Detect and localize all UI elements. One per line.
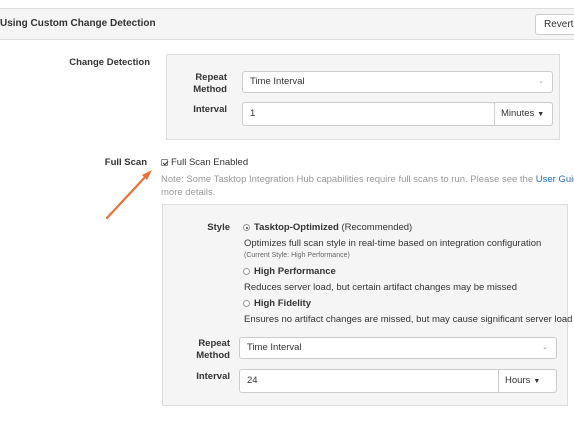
caret-down-icon: ▼ [537, 111, 545, 118]
radio-tasktop-optimized[interactable] [243, 224, 250, 231]
radio-high-fidelity[interactable] [243, 300, 250, 307]
interval-unit-value: Hours [505, 375, 531, 386]
arrow-annotation-icon [105, 170, 152, 220]
option-name: Tasktop-Optimized [254, 222, 339, 233]
chevron-down-icon: ⌄ [538, 78, 544, 85]
repeat-method-value: Time Interval [250, 76, 305, 87]
change-detection-panel: Repeat Method Time Interval ⌄ Interval 1… [166, 54, 560, 140]
full-scan-note: Note: Some Tasktop Integration Hub capab… [161, 173, 574, 199]
full-scan-label: Full Scan [104, 157, 147, 168]
option-high-fidelity: High Fidelity [254, 298, 311, 309]
caret-down-icon: ▼ [533, 378, 541, 385]
note-text-end: more details. [161, 187, 216, 198]
option-desc: Ensures no artifact changes are missed, … [244, 314, 573, 325]
option-tasktop-optimized: Tasktop-Optimized (Recommended) [254, 222, 412, 233]
interval-input[interactable]: 1 Minutes ▼ [242, 102, 553, 126]
style-label: Style [207, 222, 230, 233]
revert-button[interactable]: Revert [535, 14, 574, 35]
full-scan-checkbox[interactable] [161, 159, 168, 166]
option-sub: (Current Style: High Performance) [244, 252, 350, 259]
full-scan-repeat-method-select[interactable]: Time Interval ⌄ [239, 337, 557, 359]
section-header: Using Custom Change Detection Revert [0, 8, 574, 40]
repeat-method-label: Repeat Method [196, 338, 230, 361]
change-detection-label: Change Detection [69, 57, 150, 68]
option-desc: Optimizes full scan style in real-time b… [244, 238, 542, 249]
interval-value: 1 [250, 108, 256, 119]
option-desc: Reduces server load, but certain artifac… [244, 282, 517, 293]
repeat-method-label: Repeat Method [193, 72, 227, 95]
interval-label: Interval [193, 104, 227, 115]
full-scan-enabled-label: Full Scan Enabled [171, 157, 249, 168]
radio-high-performance[interactable] [243, 268, 250, 275]
full-scan-interval-input[interactable]: 24 Hours ▼ [239, 369, 557, 393]
section-title: Using Custom Change Detection [0, 18, 156, 29]
chevron-down-icon: ⌄ [542, 344, 548, 351]
option-high-performance: High Performance [254, 266, 336, 277]
interval-label: Interval [196, 371, 230, 382]
repeat-method-select[interactable]: Time Interval ⌄ [242, 71, 553, 93]
interval-unit-dropdown[interactable]: Hours ▼ [498, 369, 557, 393]
repeat-method-value: Time Interval [247, 342, 302, 353]
option-extra: (Recommended) [341, 222, 413, 233]
user-guide-link[interactable]: User Guide [536, 174, 574, 185]
note-text: Note: Some Tasktop Integration Hub capab… [161, 174, 534, 185]
interval-value: 24 [247, 375, 258, 386]
full-scan-panel: Style Tasktop-Optimized (Recommended) Op… [162, 204, 572, 406]
interval-unit-dropdown[interactable]: Minutes ▼ [494, 102, 553, 126]
interval-unit-value: Minutes [501, 108, 535, 119]
